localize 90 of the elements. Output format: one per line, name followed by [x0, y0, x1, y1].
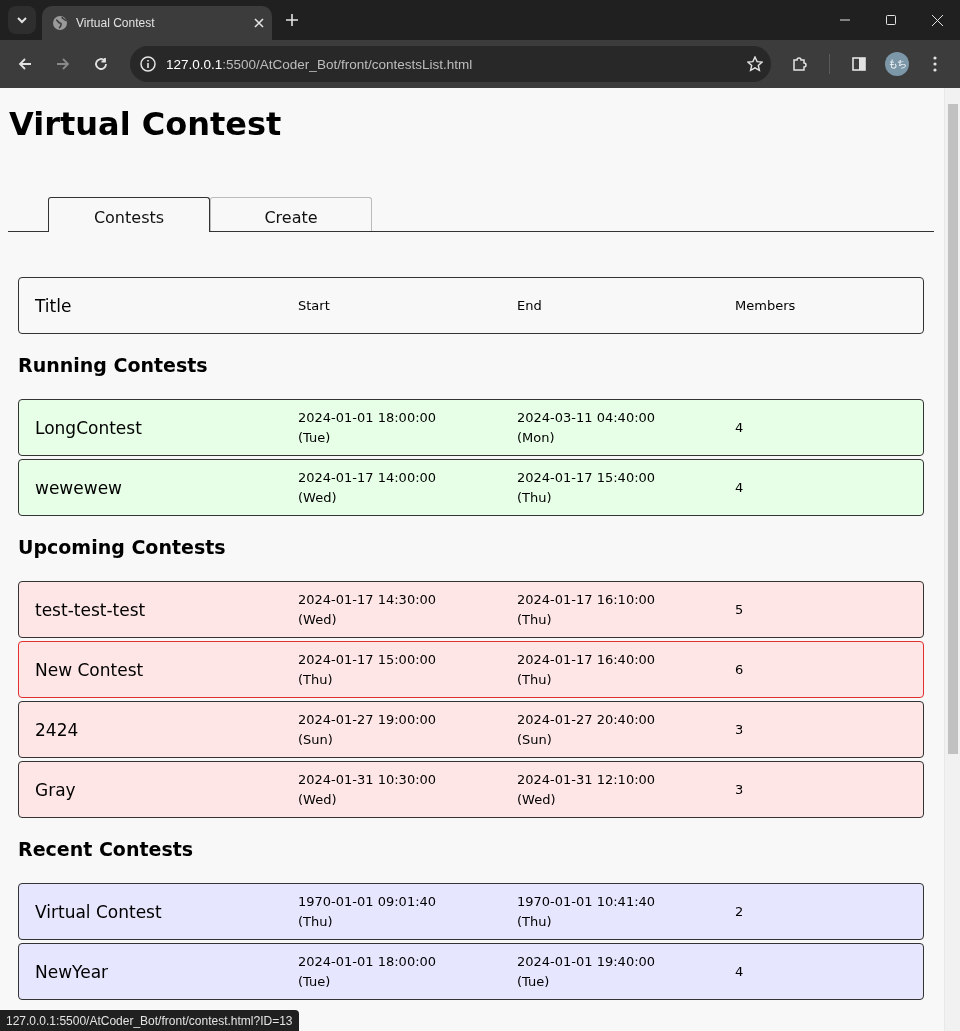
contest-row[interactable]: NewYear 2024-01-01 18:00:00 (Tue) 2024-01-01 19:40:00 (Tue) 4 — [18, 943, 924, 1000]
contest-title: wewewew — [35, 477, 123, 498]
bookmark-button[interactable] — [747, 56, 763, 72]
contest-title: LongContest — [35, 417, 143, 438]
contest-row[interactable]: LongContest 2024-01-01 18:00:00 (Tue) 2024-03-11 04:40:00 (Mon) 4 — [18, 399, 924, 456]
member-count: 4 — [735, 420, 745, 435]
menu-dots-icon — [933, 56, 937, 72]
status-url: 127.0.0.1:5500/AtCoder_Bot/front/contest.html?ID=13 — [0, 1010, 299, 1031]
column-header: Members — [735, 298, 797, 313]
nav-tab[interactable]: Contests — [48, 197, 210, 232]
scrollbar-thumb[interactable] — [948, 104, 958, 754]
weekday-text: (Thu) — [298, 670, 334, 689]
globe-icon — [52, 15, 68, 31]
contest-title: Gray — [35, 779, 77, 800]
minimize-icon — [840, 19, 850, 21]
maximize-icon — [886, 15, 896, 25]
date-time-text: 2024-03-11 04:40:00 — [517, 408, 657, 427]
date-time-text: 2024-01-17 16:40:00 — [517, 650, 657, 669]
column-header: End — [517, 298, 543, 313]
member-count: 6 — [735, 662, 745, 677]
weekday-text: (Tue) — [517, 972, 551, 991]
close-icon — [931, 14, 943, 26]
tab-title: Virtual Contest — [76, 16, 156, 30]
weekday-text: (Mon) — [517, 428, 556, 447]
weekday-text: (Thu) — [517, 610, 553, 629]
date-time-text: 2024-01-17 14:00:00 — [298, 468, 438, 487]
address-bar[interactable]: 127.0.0.1:5500/AtCoder_Bot/front/contestsList.html — [130, 46, 771, 82]
weekday-text: (Wed) — [298, 790, 338, 809]
member-count: 2 — [735, 904, 745, 919]
plus-icon — [286, 14, 298, 26]
weekday-text: (Wed) — [298, 610, 338, 629]
contest-row[interactable]: 2424 2024-01-27 19:00:00 (Sun) 2024-01-27 20:40:00 (Sun) 3 — [18, 701, 924, 758]
member-count: 3 — [735, 722, 745, 737]
contest-title: NewYear — [35, 961, 110, 982]
date-time-text: 2024-01-17 14:30:00 — [298, 590, 438, 609]
date-time-text: 2024-01-01 18:00:00 — [298, 408, 438, 427]
date-time-text: 2024-01-01 18:00:00 — [298, 952, 438, 971]
member-count: 3 — [735, 782, 745, 797]
member-count: 4 — [735, 964, 745, 979]
contest-title: test-test-test — [35, 599, 147, 620]
url-text: 127.0.0.1:5500/AtCoder_Bot/front/contestsList.html — [166, 56, 474, 72]
nav-tab[interactable]: Create — [210, 197, 372, 231]
weekday-text: (Tue) — [298, 972, 332, 991]
side-panel-icon — [852, 57, 866, 71]
contest-row[interactable]: Virtual Contest 1970-01-01 09:01:40 (Thu) 1970-01-01 10:41:40 (Thu) 2 — [18, 883, 924, 940]
column-header: Title — [35, 295, 73, 316]
forward-arrow-icon — [56, 57, 70, 71]
weekday-text: (Sun) — [298, 730, 334, 749]
reload-icon — [94, 57, 108, 71]
contest-row[interactable]: wewewew 2024-01-17 14:00:00 (Wed) 2024-01-17 15:40:00 (Thu) 4 — [18, 459, 924, 516]
date-time-text: 2024-01-01 19:40:00 — [517, 952, 657, 971]
tab-search-button[interactable] — [8, 6, 36, 34]
column-header: Start — [298, 298, 331, 313]
date-time-text: 2024-01-31 10:30:00 — [298, 770, 438, 789]
browser-tab[interactable]: Virtual Contest — [42, 6, 272, 40]
contest-row[interactable]: New Contest 2024-01-17 15:00:00 (Thu) 2024-01-17 16:40:00 (Thu) 6 — [18, 641, 924, 698]
contest-title: Virtual Contest — [35, 901, 163, 922]
weekday-text: (Sun) — [517, 730, 553, 749]
section-heading: Recent Contests — [18, 837, 195, 862]
contest-title: New Contest — [35, 659, 145, 680]
close-icon — [254, 18, 264, 28]
weekday-text: (Tue) — [298, 428, 332, 447]
weekday-text: (Thu) — [517, 912, 553, 931]
section-heading: Running Contests — [18, 353, 209, 378]
weekday-text: (Thu) — [517, 670, 553, 689]
back-arrow-icon — [18, 57, 32, 71]
weekday-text: (Wed) — [517, 790, 557, 809]
weekday-text: (Thu) — [517, 488, 553, 507]
date-time-text: 1970-01-01 09:01:40 — [298, 892, 438, 911]
section-heading: Upcoming Contests — [18, 535, 227, 560]
contest-title: 2424 — [35, 719, 80, 740]
close-tab-button[interactable] — [254, 18, 264, 28]
date-time-text: 2024-01-27 20:40:00 — [517, 710, 657, 729]
chevron-down-icon — [16, 14, 28, 26]
member-count: 4 — [735, 480, 745, 495]
info-icon — [140, 56, 156, 72]
date-time-text: 2024-01-27 19:00:00 — [298, 710, 438, 729]
contest-row[interactable]: Gray 2024-01-31 10:30:00 (Wed) 2024-01-31 12:10:00 (Wed) 3 — [18, 761, 924, 818]
date-time-text: 2024-01-17 16:10:00 — [517, 590, 657, 609]
member-count: 5 — [735, 602, 745, 617]
star-icon — [747, 56, 763, 72]
weekday-text: (Wed) — [298, 488, 338, 507]
date-time-text: 2024-01-31 12:10:00 — [517, 770, 657, 789]
page-title: Virtual Contest — [9, 105, 283, 143]
date-time-text: 2024-01-17 15:40:00 — [517, 468, 657, 487]
weekday-text: (Thu) — [298, 912, 334, 931]
contest-row[interactable]: test-test-test 2024-01-17 14:30:00 (Wed) 2024-01-17 16:10:00 (Thu) 5 — [18, 581, 924, 638]
date-time-text: 2024-01-17 15:00:00 — [298, 650, 438, 669]
puzzle-icon — [792, 56, 808, 72]
date-time-text: 1970-01-01 10:41:40 — [517, 892, 657, 911]
